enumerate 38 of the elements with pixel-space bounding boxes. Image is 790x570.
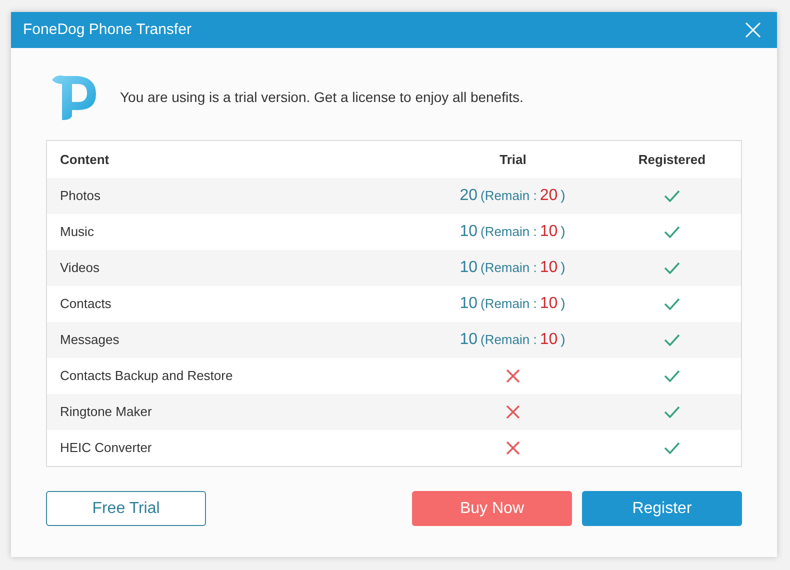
trial-count: 20 xyxy=(460,186,478,206)
column-header: Content xyxy=(59,150,110,169)
remain-count: 10 xyxy=(540,258,558,278)
table-cell-text: Photos xyxy=(60,187,100,206)
closing-paren: ) xyxy=(560,294,566,313)
remain-count: 10 xyxy=(540,222,558,242)
table-cell-text: Contacts xyxy=(60,295,112,314)
register-button[interactable]: Register xyxy=(582,491,742,526)
table-cell-text: Music xyxy=(60,223,94,242)
trial-count: 10 xyxy=(460,258,478,278)
trial-count: 10 xyxy=(460,330,478,350)
table-cell-text: HEIC Converter xyxy=(60,439,152,458)
table-cell-text: Videos xyxy=(60,259,100,278)
close-button[interactable] xyxy=(743,20,763,40)
buy-now-button[interactable]: Buy Now xyxy=(412,491,572,526)
closing-paren: ) xyxy=(560,186,566,205)
remain-label: (Remain : xyxy=(480,259,537,277)
remain-count: 10 xyxy=(540,330,558,350)
trial-count: 10 xyxy=(460,294,478,314)
column-header: Trial xyxy=(498,150,528,169)
closing-paren: ) xyxy=(560,222,566,241)
remain-count: 20 xyxy=(540,186,558,206)
closing-paren: ) xyxy=(560,330,566,349)
table-cell-text: Messages xyxy=(60,331,120,350)
trial-message: You are using is a trial version. Get a license to enjoy all benefits. xyxy=(120,88,524,107)
free-trial-button[interactable]: Free Trial xyxy=(46,491,206,526)
table-cell-text: Contacts Backup and Restore xyxy=(60,367,233,386)
window-title: FoneDog Phone Transfer xyxy=(23,20,192,40)
closing-paren: ) xyxy=(560,258,566,277)
remain-label: (Remain : xyxy=(480,223,537,241)
trial-count: 10 xyxy=(460,222,478,242)
remain-label: (Remain : xyxy=(480,295,537,313)
remain-count: 10 xyxy=(540,294,558,314)
column-header: Registered xyxy=(637,150,707,169)
close-icon xyxy=(745,22,761,38)
remain-label: (Remain : xyxy=(480,187,537,205)
table-cell-text: Ringtone Maker xyxy=(60,403,152,422)
remain-label: (Remain : xyxy=(480,331,537,349)
